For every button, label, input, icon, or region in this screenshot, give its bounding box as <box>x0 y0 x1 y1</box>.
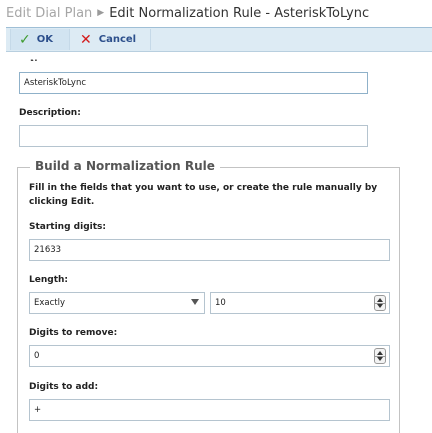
page-title: Edit Normalization Rule - AsteriskToLync <box>109 5 370 21</box>
cancel-button-label: Cancel <box>98 34 137 45</box>
ok-button[interactable]: ✓ OK <box>10 29 70 50</box>
digits-to-add-field[interactable]: + <box>29 399 390 421</box>
description-field[interactable] <box>19 125 368 147</box>
digits-to-add-label: Digits to add: <box>29 382 99 392</box>
digits-to-remove-value: 0 <box>34 351 40 361</box>
digits-to-remove-stepper[interactable]: 0 <box>29 345 390 367</box>
spinner-down-icon[interactable] <box>377 304 383 308</box>
ok-button-label: OK <box>36 34 53 45</box>
length-label: Length: <box>29 275 68 285</box>
check-icon: ✓ <box>19 31 31 48</box>
digits-to-remove-label: Digits to remove: <box>29 328 118 338</box>
starting-digits-label: Starting digits: <box>29 222 106 232</box>
length-mode-select[interactable]: Exactly <box>29 292 205 314</box>
name-field[interactable]: AsteriskToLync <box>19 72 368 94</box>
breadcrumb: Edit Dial Plan ▶ Edit Normalization Rule… <box>0 0 432 26</box>
name-label-clipped: Name: <box>30 57 56 61</box>
spinner-icon[interactable] <box>374 348 386 364</box>
spinner-down-icon[interactable] <box>377 357 383 361</box>
chevron-down-icon[interactable] <box>191 299 199 305</box>
rule-builder-hint: Fill in the fields that you want to use,… <box>29 183 378 207</box>
triangle-right-icon: ▶ <box>97 8 105 18</box>
breadcrumb-parent-link[interactable]: Edit Dial Plan <box>6 6 92 21</box>
x-icon: ✕ <box>80 31 92 48</box>
description-label: Description: <box>19 108 81 118</box>
starting-digits-field[interactable]: 21633 <box>29 239 390 261</box>
rule-builder-legend: Build a Normalization Rule <box>30 159 220 173</box>
length-mode-selected: Exactly <box>34 298 66 308</box>
toolbar: ✓ OK ✕ Cancel <box>6 27 432 52</box>
spinner-icon[interactable] <box>374 295 386 311</box>
cancel-button[interactable]: ✕ Cancel <box>70 29 151 50</box>
length-value-stepper[interactable]: 10 <box>210 292 390 314</box>
length-value: 10 <box>215 298 226 308</box>
spinner-up-icon[interactable] <box>377 298 383 302</box>
spinner-up-icon[interactable] <box>377 351 383 355</box>
